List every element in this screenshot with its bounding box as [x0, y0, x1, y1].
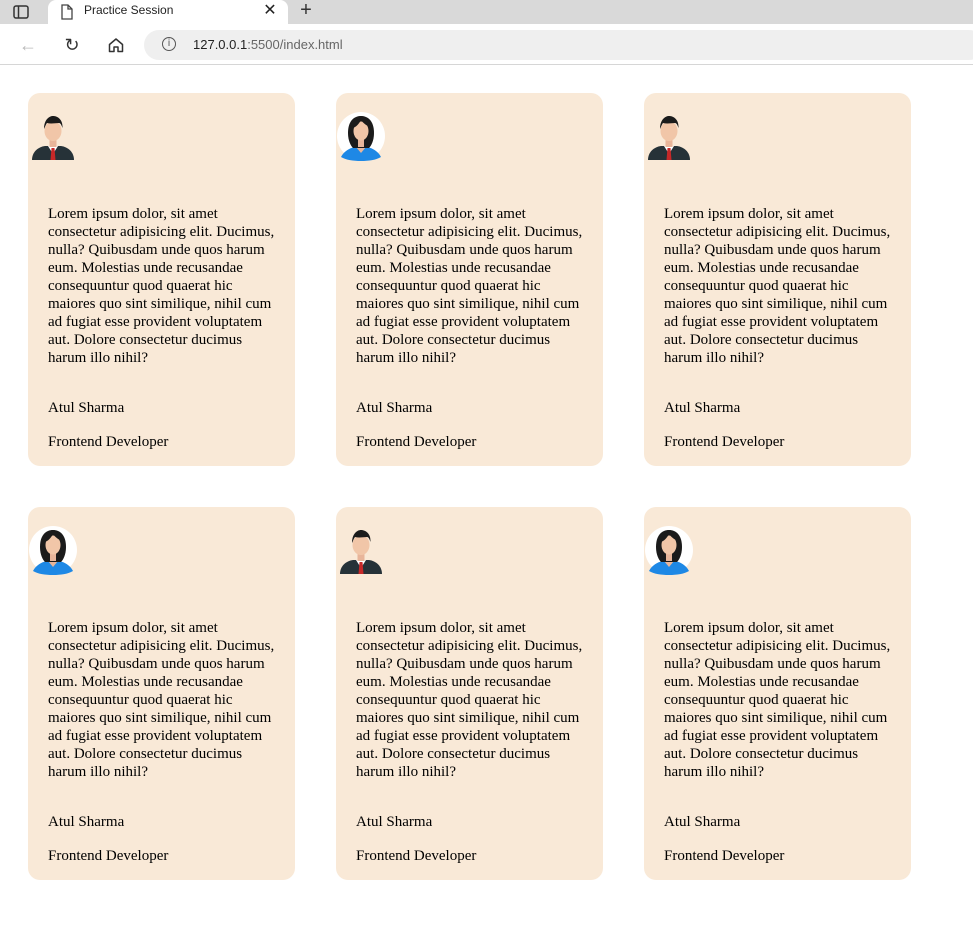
- card-role: Frontend Developer: [664, 434, 785, 450]
- card-role: Frontend Developer: [356, 848, 477, 864]
- female-avatar-icon: [645, 525, 693, 575]
- card-description: Lorem ipsum dolor, sit amet consectetur …: [48, 206, 275, 366]
- card-description: Lorem ipsum dolor, sit amet consectetur …: [48, 620, 275, 780]
- card-role: Frontend Developer: [356, 434, 477, 450]
- browser-toolbar: ← ↻ i 127.0.0.1:5500/index.html: [0, 25, 973, 65]
- site-info-icon[interactable]: i: [162, 37, 176, 51]
- tab-title: Practice Session: [84, 3, 174, 17]
- card-name: Atul Sharma: [48, 814, 125, 830]
- reload-icon[interactable]: ↻: [60, 33, 84, 57]
- card-role: Frontend Developer: [48, 434, 169, 450]
- male-avatar-icon: [29, 111, 77, 161]
- profile-card: Lorem ipsum dolor, sit amet consectetur …: [336, 93, 603, 466]
- card-role: Frontend Developer: [664, 848, 785, 864]
- card-description: Lorem ipsum dolor, sit amet consectetur …: [664, 620, 891, 780]
- female-avatar-icon: [29, 525, 77, 575]
- profile-card: Lorem ipsum dolor, sit amet consectetur …: [28, 93, 295, 466]
- card-name: Atul Sharma: [664, 400, 741, 416]
- card-description: Lorem ipsum dolor, sit amet consectetur …: [356, 206, 583, 366]
- profile-card: Lorem ipsum dolor, sit amet consectetur …: [644, 93, 911, 466]
- male-avatar-icon: [337, 525, 385, 575]
- male-avatar-icon: [645, 111, 693, 161]
- card-name: Atul Sharma: [356, 400, 433, 416]
- url-path: :5500/index.html: [247, 37, 343, 52]
- home-icon[interactable]: [104, 33, 128, 57]
- back-arrow-icon[interactable]: ←: [16, 33, 40, 57]
- card-name: Atul Sharma: [48, 400, 125, 416]
- address-bar[interactable]: i 127.0.0.1:5500/index.html: [144, 30, 973, 60]
- card-description: Lorem ipsum dolor, sit amet consectetur …: [664, 206, 891, 366]
- profile-card: Lorem ipsum dolor, sit amet consectetur …: [644, 507, 911, 880]
- profile-card: Lorem ipsum dolor, sit amet consectetur …: [336, 507, 603, 880]
- page-icon: [60, 4, 74, 25]
- card-role: Frontend Developer: [48, 848, 169, 864]
- url-host: 127.0.0.1: [193, 37, 248, 52]
- card-name: Atul Sharma: [664, 814, 741, 830]
- url-text[interactable]: 127.0.0.1:5500/index.html: [193, 37, 343, 52]
- browser-tab[interactable]: Practice Session ✕: [48, 0, 288, 25]
- card-name: Atul Sharma: [356, 814, 433, 830]
- card-description: Lorem ipsum dolor, sit amet consectetur …: [356, 620, 583, 780]
- tab-close-icon[interactable]: ✕: [262, 2, 278, 20]
- tab-actions-icon[interactable]: [12, 3, 30, 21]
- new-tab-icon[interactable]: +: [296, 0, 316, 21]
- browser-tab-bar: Practice Session ✕ +: [0, 0, 973, 25]
- female-avatar-icon: [337, 111, 385, 161]
- profile-card: Lorem ipsum dolor, sit amet consectetur …: [28, 507, 295, 880]
